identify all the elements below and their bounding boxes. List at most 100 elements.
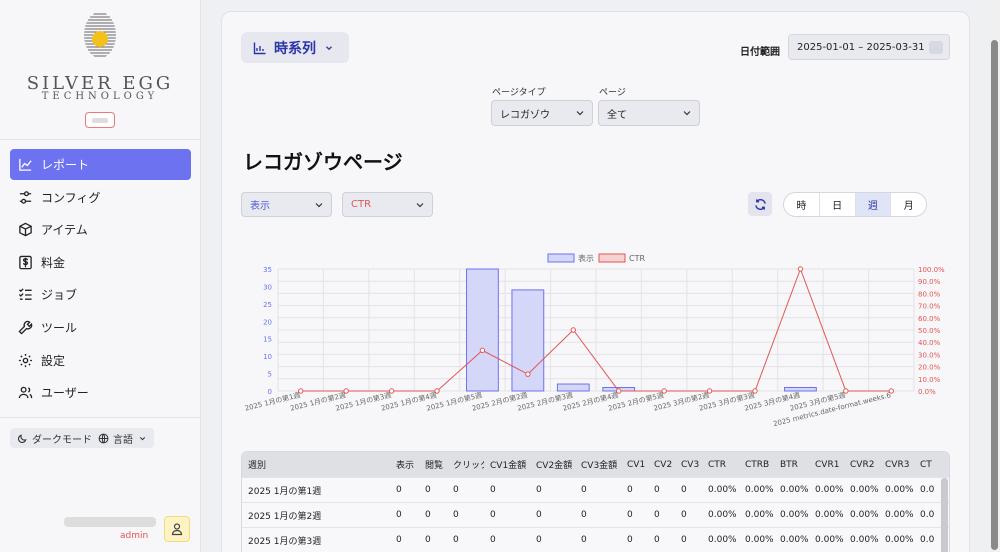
column-header[interactable]: CV1	[621, 460, 648, 470]
column-header[interactable]: CV3	[675, 460, 702, 470]
column-header[interactable]: CV3金額	[575, 458, 621, 471]
sidebar-item-jobs[interactable]: ジョブ	[10, 279, 191, 310]
table-cell: 0	[425, 485, 431, 495]
silver-egg-logo-icon	[84, 13, 116, 57]
bar-impressions	[466, 268, 499, 392]
sidebar-item-label: ジョブ	[41, 288, 78, 303]
bar-impressions	[784, 387, 817, 392]
chevron-down-icon	[576, 111, 584, 116]
language-dropdown[interactable]: 言語	[91, 428, 154, 448]
divider	[0, 417, 200, 418]
granularity-day[interactable]: 日	[820, 193, 856, 216]
chevron-down-icon	[416, 203, 424, 208]
date-range-label: 日付範囲	[740, 47, 780, 58]
left-metric-select[interactable]: 表示	[241, 192, 332, 217]
sidebar-item-tools[interactable]: ツール	[10, 312, 191, 343]
page-select[interactable]: 全て	[598, 100, 700, 126]
table-cell: 0	[490, 535, 496, 545]
legend-swatch-1	[547, 253, 575, 263]
column-header[interactable]: 表示	[390, 458, 419, 471]
column-header[interactable]: CVR1	[809, 460, 844, 470]
brand-subtitle: TECHNOLOGY	[41, 91, 159, 102]
darkmode-toggle[interactable]: ダークモード	[10, 428, 99, 448]
date-range-input[interactable]: 2025-01-01 – 2025-03-31	[788, 34, 950, 60]
y-right-tick: 100.0%	[918, 266, 945, 274]
table-cell: 0	[453, 510, 459, 520]
sidebar-item-billing[interactable]: 料金	[10, 247, 191, 278]
table-cell: 0	[581, 535, 587, 545]
table-cell: 0.00%	[815, 510, 844, 520]
granularity-week[interactable]: 週	[855, 193, 892, 216]
users-icon	[18, 386, 33, 399]
page-scrollbar[interactable]	[989, 0, 1000, 552]
sidebar-item-settings[interactable]: 設定	[10, 345, 191, 376]
table-cell: 0.00%	[850, 510, 879, 520]
page-title: レコガゾウページ	[243, 150, 403, 174]
calendar-icon[interactable]	[929, 41, 943, 54]
point-ctr	[525, 371, 531, 377]
table-cell: 0.00%	[815, 485, 844, 495]
column-header[interactable]: CT	[914, 460, 934, 470]
table-cell: 0	[581, 510, 587, 520]
language-label: 言語	[113, 434, 133, 446]
sidebar: SILVER EGG TECHNOLOGY レポート コンフィグ アイテム 料金…	[0, 0, 201, 552]
table-scrollbar[interactable]	[941, 478, 948, 552]
column-header[interactable]: CV1金額	[484, 458, 530, 471]
column-header[interactable]: 閲覧	[419, 458, 447, 471]
table-cell: 0.00%	[815, 535, 844, 545]
legend-swatch-2	[598, 253, 626, 263]
chart-line-icon	[19, 158, 32, 171]
table-cell: 0	[453, 535, 459, 545]
y-right-tick: 70.0%	[918, 303, 941, 311]
table-cell: 0.00%	[885, 510, 914, 520]
environment-badge	[85, 112, 115, 128]
user-menu-button[interactable]	[164, 516, 190, 542]
logo: SILVER EGG TECHNOLOGY	[0, 0, 200, 140]
left-metric-value: 表示	[250, 201, 270, 212]
column-header[interactable]: CV2金額	[530, 458, 575, 471]
refresh-button[interactable]	[748, 192, 772, 216]
table-cell: 0.0	[920, 485, 934, 495]
sidebar-item-users[interactable]: ユーザー	[10, 377, 191, 408]
sidebar-item-label: 料金	[41, 255, 66, 270]
table-cell: 0.00%	[885, 485, 914, 495]
metrics-table: 週別表示閲覧クリックCV1金額CV2金額CV3金額CV1CV2CV3CTRCTR…	[241, 451, 950, 552]
table-cell: 0.00%	[708, 510, 737, 520]
right-metric-select[interactable]: CTR	[342, 192, 433, 217]
gear-icon	[18, 353, 33, 367]
sidebar-item-items[interactable]: アイテム	[10, 214, 191, 245]
column-header[interactable]: CTR	[702, 460, 739, 470]
y-left-tick: 15	[263, 336, 272, 344]
table-cell: 0	[627, 510, 633, 520]
point-ctr	[570, 327, 576, 333]
column-header[interactable]: BTR	[774, 460, 809, 470]
sidebar-item-config[interactable]: コンフィグ	[10, 182, 191, 213]
column-header[interactable]: CV2	[648, 460, 675, 470]
view-mode-dropdown[interactable]: 時系列	[241, 32, 349, 63]
chevron-down-icon	[326, 45, 332, 50]
column-header[interactable]: 週別	[242, 458, 390, 471]
user-role: admin	[120, 531, 149, 541]
granularity-hour[interactable]: 時	[784, 193, 820, 216]
table-cell: 0	[425, 510, 431, 520]
page-type-label: ページタイプ	[492, 88, 546, 98]
table-cell: 0	[627, 535, 633, 545]
y-left-tick: 0	[268, 388, 272, 396]
sidebar-item-label: 設定	[41, 353, 66, 368]
table-body: 2025 1月の第1週 0 0 0 0 0 0 0 0 0 0.00% 0.00% 0.00% 0.00%…	[242, 477, 949, 552]
table-cell: 0	[681, 510, 687, 520]
table-cell: 0.00%	[708, 485, 737, 495]
y-right-tick: 10.0%	[918, 376, 941, 384]
column-header[interactable]: CVR3	[879, 460, 914, 470]
column-header[interactable]: CVR2	[844, 460, 879, 470]
page-type-value: レコガゾウ	[500, 109, 550, 121]
page-type-select[interactable]: レコガゾウ	[491, 100, 593, 126]
date-range-value: 2025-01-01 – 2025-03-31	[797, 41, 925, 53]
granularity-month[interactable]: 月	[891, 193, 926, 216]
column-header[interactable]: CTRB	[739, 460, 774, 470]
sidebar-item-report[interactable]: レポート	[10, 149, 191, 180]
column-header[interactable]: クリック	[447, 458, 484, 471]
user-icon	[171, 523, 183, 536]
table-cell: 0.00%	[708, 535, 737, 545]
sidebar-item-label: コンフィグ	[41, 190, 101, 205]
